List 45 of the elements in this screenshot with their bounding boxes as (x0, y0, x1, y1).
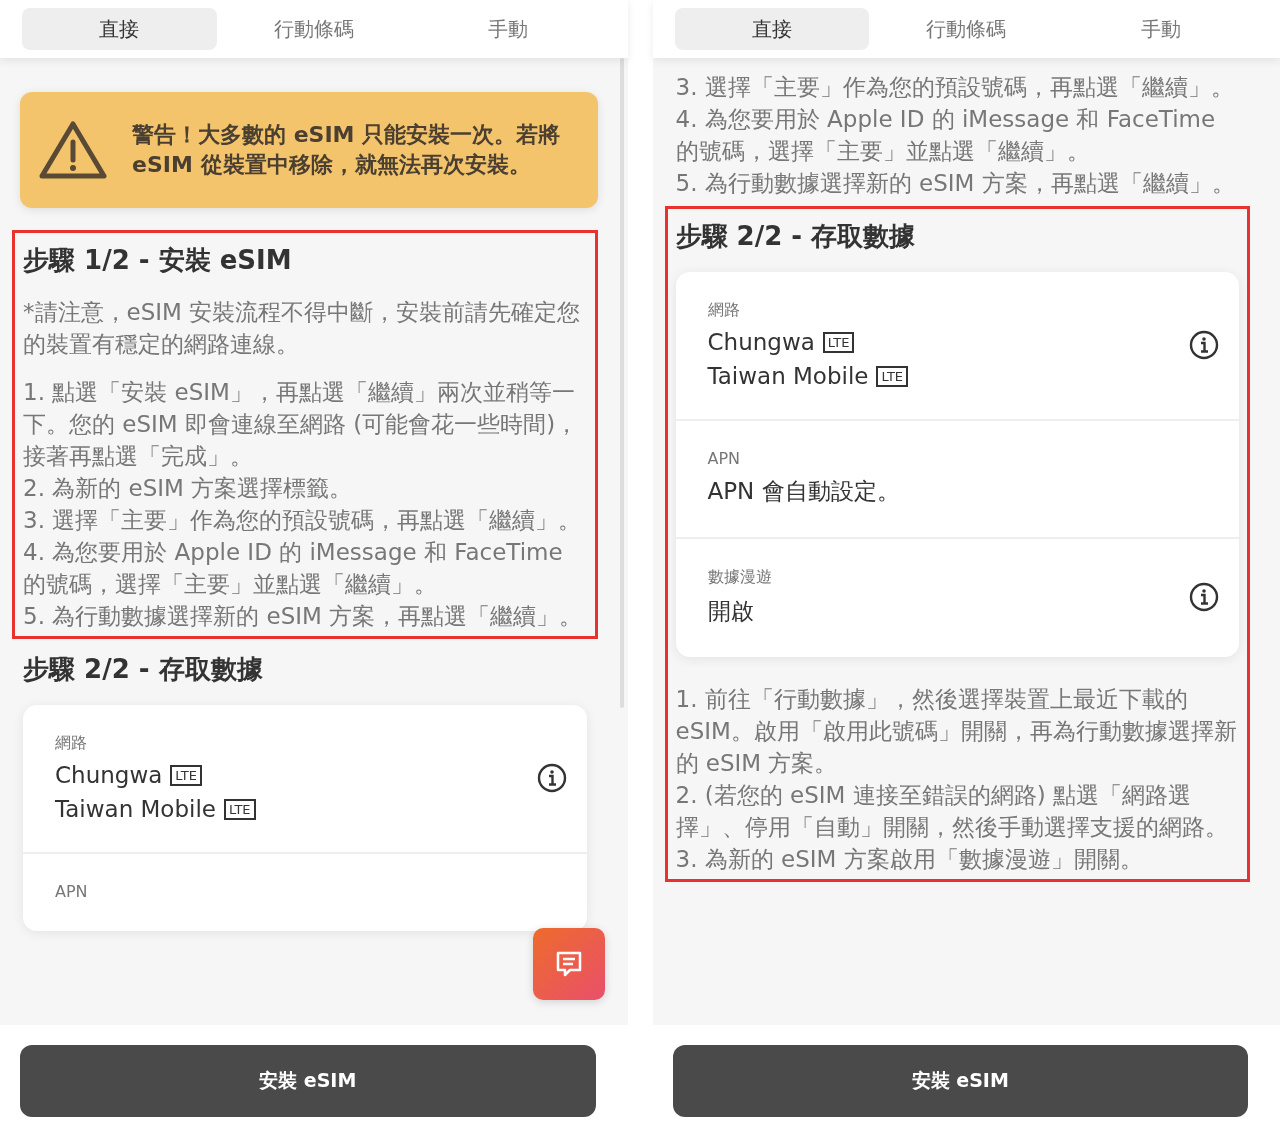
row-value: Taiwan Mobile (55, 796, 216, 822)
network-badge: LTE (876, 365, 909, 387)
tab[interactable]: 手動 (411, 8, 606, 50)
chat-button[interactable] (533, 928, 605, 1000)
row-value: Chungwa (707, 329, 815, 355)
row-value: APN 會自動設定。 (707, 477, 900, 506)
step-text: 3. 選擇「主要」作為您的預設號碼，再點選「繼續」。 (675, 73, 1235, 102)
step-text: 5. 為行動數據選擇新的 eSIM 方案，再點選「繼續」。 (675, 169, 1236, 198)
step-text: 1. 前往「行動數據」，然後選擇裝置上最近下載的 eSIM。啟用「啟用此號碼」開關，再為行動數據選擇新的 eSIM 方案。 (675, 685, 1238, 778)
step-title: 步驟 1/2 - 安裝 eSIM (23, 244, 293, 277)
note-text: *請注意，eSIM 安裝流程不得中斷，安裝前請先確定您的裝置有穩定的網路連線。 (23, 298, 582, 359)
step-text: 3. 為新的 eSIM 方案啟用「數據漫遊」開關。 (675, 845, 1144, 874)
row-value: 開啟 (707, 597, 754, 626)
row-value: Taiwan Mobile (707, 363, 869, 389)
warning-text: 警告！大多數的 eSIM 只能安裝一次。若將 eSIM 從裝置中移除，就無法再次安裝。 (132, 121, 562, 179)
info-icon[interactable] (536, 762, 567, 793)
step-text: 1. 點選「安裝 eSIM」，再點選「繼續」兩次並稍等一下。您的 eSIM 即會連線至網路 (可能會花一些時間)，接著再點選「完成」。 (23, 378, 580, 471)
step-title: 步驟 2/2 - 存取數據 (23, 653, 264, 686)
step-text: 2. (若您的 eSIM 連接至錯誤的網路) 點選「網路選擇」、停用「自動」開關，然後手動選擇支援的網路。 (675, 781, 1229, 842)
tab[interactable]: 直接 (674, 8, 869, 50)
network-badge: LTE (170, 764, 202, 786)
info-icon[interactable] (1189, 329, 1219, 360)
info-icon[interactable] (1189, 582, 1219, 612)
tab[interactable]: 行動條碼 (869, 8, 1064, 50)
network-badge: LTE (822, 331, 855, 353)
step-text: 3. 選擇「主要」作為您的預設號碼，再點選「繼續」。 (23, 506, 583, 535)
row-label: APN (707, 449, 741, 468)
step-title: 步驟 2/2 - 存取數據 (675, 220, 917, 253)
tab[interactable]: 行動條碼 (216, 8, 411, 50)
step-text: 2. 為新的 eSIM 方案選擇標籤。 (23, 474, 354, 503)
install-button[interactable]: 安裝 eSIM (20, 1045, 596, 1117)
row-label: APN (55, 882, 88, 901)
row-label: 網路 (55, 733, 87, 754)
network-badge: LTE (223, 798, 256, 820)
row-label: 網路 (707, 300, 740, 321)
tab[interactable]: 直接 (22, 8, 217, 50)
step-text: 5. 為行動數據選擇新的 eSIM 方案，再點選「繼續」。 (23, 602, 584, 631)
row-value: Chungwa (55, 762, 163, 788)
step-text: 4. 為您要用於 Apple ID 的 iMessage 和 FaceTime 的號碼，選擇「主要」並點選「繼續」。 (23, 538, 564, 599)
step-text: 4. 為您要用於 Apple ID 的 iMessage 和 FaceTime 的號碼，選擇「主要」並點選「繼續」。 (675, 105, 1217, 166)
tab[interactable]: 手動 (1063, 8, 1258, 50)
warning-icon (38, 120, 108, 180)
scrollbar[interactable] (619, 58, 624, 708)
row-label: 數據漫遊 (707, 567, 772, 588)
install-button[interactable]: 安裝 eSIM (672, 1045, 1248, 1117)
